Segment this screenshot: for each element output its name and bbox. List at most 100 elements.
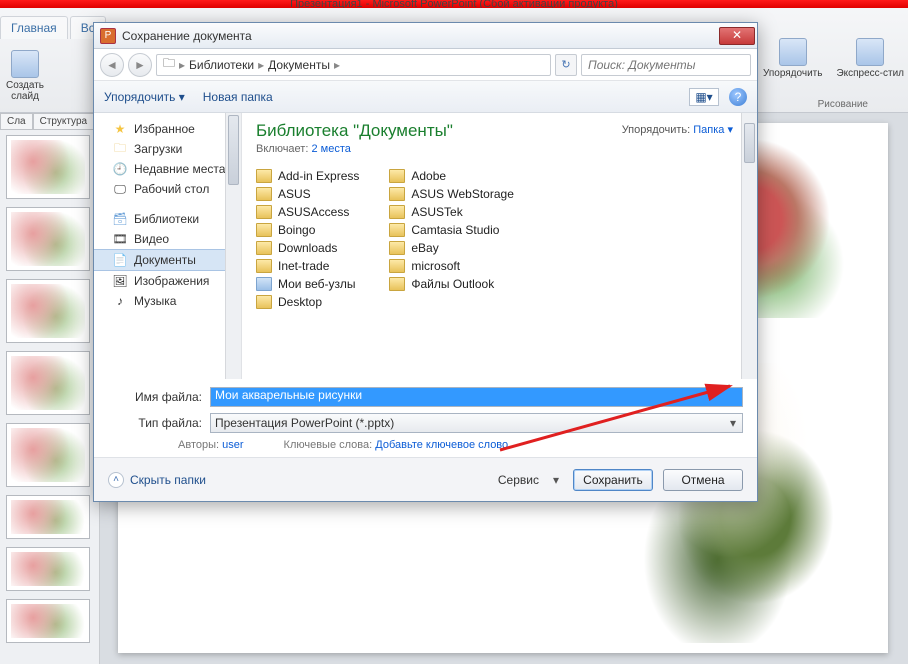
save-dialog: P Сохранение документа ✕ ◄ ► 🗀 ▸ Библиот… — [93, 22, 758, 502]
tools-menu[interactable]: Сервис — [498, 473, 539, 487]
folder-icon — [389, 259, 405, 273]
folder-item[interactable]: Inet-trade — [256, 259, 359, 273]
nav-pane: ★Избранное 🗀Загрузки 🕘Недавние места 🖵Ра… — [94, 113, 242, 379]
quick-styles-button[interactable]: Экспресс-стил — [836, 38, 904, 79]
nav-pictures[interactable]: 🖼Изображения — [94, 271, 241, 291]
dialog-fields: Имя файла: Мои акварельные рисунки Тип ф… — [94, 379, 757, 457]
filename-label: Имя файла: — [108, 390, 202, 404]
file-list-pane: Библиотека "Документы" Включает: 2 места… — [242, 113, 757, 379]
nav-recent[interactable]: 🕘Недавние места — [94, 159, 241, 179]
chevron-up-icon: ˄ — [108, 472, 124, 488]
back-button[interactable]: ◄ — [100, 53, 124, 77]
powerpoint-icon: P — [100, 28, 116, 44]
help-button[interactable]: ? — [729, 88, 747, 106]
folder-item[interactable]: ASUS WebStorage — [389, 187, 514, 201]
forward-button[interactable]: ► — [128, 53, 152, 77]
folder-item[interactable]: Camtasia Studio — [389, 223, 514, 237]
folder-icon — [389, 241, 405, 255]
chevron-down-icon: ▾ — [549, 473, 563, 487]
folder-icon — [256, 187, 272, 201]
star-icon: ★ — [112, 121, 128, 137]
folder-item[interactable]: Adobe — [389, 169, 514, 183]
new-folder-button[interactable]: Новая папка — [203, 90, 273, 104]
authors-value[interactable]: user — [222, 439, 243, 451]
dialog-footer: ˄ Скрыть папки Сервис ▾ Сохранить Отмена — [94, 457, 757, 501]
folder-icon — [256, 277, 272, 291]
tab-slides[interactable]: Сла — [0, 113, 33, 130]
nav-documents[interactable]: 📄Документы — [94, 249, 241, 271]
filename-input[interactable]: Мои акварельные рисунки — [210, 387, 743, 407]
folder-item[interactable]: Файлы Outlook — [389, 277, 514, 291]
folder-item[interactable]: Downloads — [256, 241, 359, 255]
refresh-button[interactable]: ↻ — [555, 54, 577, 76]
slide-thumb[interactable] — [6, 547, 90, 591]
slide-thumb[interactable] — [6, 495, 90, 539]
slide-thumb[interactable] — [6, 423, 90, 487]
filetype-dropdown[interactable]: Презентация PowerPoint (*.pptx) ▾ — [210, 413, 743, 433]
dialog-toolbar: Упорядочить ▾ Новая папка ▦▾ ? — [94, 81, 757, 113]
dialog-title: Сохранение документа — [122, 29, 719, 43]
keywords-value[interactable]: Добавьте ключевое слово — [375, 439, 508, 451]
folder-item[interactable]: ASUSTek — [389, 205, 514, 219]
nav-desktop[interactable]: 🖵Рабочий стол — [94, 179, 241, 199]
music-icon: ♪ — [112, 293, 128, 309]
folder-icon — [389, 187, 405, 201]
hide-folders-toggle[interactable]: ˄ Скрыть папки — [108, 472, 206, 488]
nav-music[interactable]: ♪Музыка — [94, 291, 241, 311]
arrange-icon — [779, 38, 807, 66]
ribbon-tab-home[interactable]: Главная — [0, 16, 68, 39]
nav-favorites[interactable]: ★Избранное — [94, 119, 241, 139]
new-slide-icon — [11, 50, 39, 78]
folder-item[interactable]: microsoft — [389, 259, 514, 273]
organize-menu[interactable]: Упорядочить ▾ — [104, 90, 185, 104]
quick-styles-icon — [856, 38, 884, 66]
nav-video[interactable]: 🎞Видео — [94, 229, 241, 249]
folder-icon — [389, 169, 405, 183]
chevron-down-icon: ▾ — [726, 416, 740, 430]
folder-icon — [256, 241, 272, 255]
nav-libraries[interactable]: 🗃Библиотеки — [94, 209, 241, 229]
close-button[interactable]: ✕ — [719, 27, 755, 45]
slide-thumb[interactable] — [6, 207, 90, 271]
arrange-button[interactable]: Упорядочить — [763, 38, 823, 79]
app-titlebar: Презентация1 - Microsoft PowerPoint (Сбо… — [0, 0, 908, 8]
slide-thumb[interactable] — [6, 599, 90, 643]
filetype-label: Тип файла: — [108, 416, 202, 430]
breadcrumb-libraries[interactable]: Библиотеки — [187, 58, 256, 72]
authors-label: Авторы: — [178, 439, 219, 451]
tab-outline[interactable]: Структура — [33, 113, 94, 130]
breadcrumb[interactable]: 🗀 ▸ Библиотеки ▸ Документы ▸ — [156, 54, 551, 76]
slide-thumbnails-panel: Сла Структура — [0, 113, 100, 664]
folder-item[interactable]: ASUSAccess — [256, 205, 359, 219]
keywords-label: Ключевые слова: — [284, 439, 373, 451]
folder-item[interactable]: Мои веб-узлы — [256, 277, 359, 291]
arrange-dropdown[interactable]: Папка ▾ — [693, 124, 733, 136]
folder-icon — [389, 277, 405, 291]
folder-item[interactable]: Desktop — [256, 295, 359, 309]
save-button[interactable]: Сохранить — [573, 469, 653, 491]
folder-item[interactable]: eBay — [389, 241, 514, 255]
folder-item[interactable]: Boingo — [256, 223, 359, 237]
scrollbar[interactable] — [225, 113, 241, 379]
folder-item[interactable]: Add-in Express — [256, 169, 359, 183]
folder-item[interactable]: ASUS — [256, 187, 359, 201]
slide-thumb[interactable] — [6, 135, 90, 199]
folder-icon — [256, 295, 272, 309]
folder-icon — [256, 205, 272, 219]
view-mode-button[interactable]: ▦▾ — [689, 88, 719, 106]
chevron-right-icon: ▸ — [179, 58, 185, 72]
scrollbar[interactable] — [741, 113, 757, 379]
folder-icon: 🗀 — [112, 141, 128, 157]
slide-thumb[interactable] — [6, 279, 90, 343]
cancel-button[interactable]: Отмена — [663, 469, 743, 491]
breadcrumb-documents[interactable]: Документы — [266, 58, 332, 72]
search-input[interactable] — [581, 54, 751, 76]
places-link[interactable]: 2 места — [311, 143, 350, 155]
slide-thumb[interactable] — [6, 351, 90, 415]
dialog-nav: ◄ ► 🗀 ▸ Библиотеки ▸ Документы ▸ ↻ — [94, 49, 757, 81]
new-slide-button[interactable]: Создать слайд — [6, 50, 44, 102]
dialog-titlebar[interactable]: P Сохранение документа ✕ — [94, 23, 757, 49]
chevron-right-icon: ▸ — [258, 58, 264, 72]
nav-downloads[interactable]: 🗀Загрузки — [94, 139, 241, 159]
breadcrumb-root-icon: 🗀 — [161, 54, 177, 75]
